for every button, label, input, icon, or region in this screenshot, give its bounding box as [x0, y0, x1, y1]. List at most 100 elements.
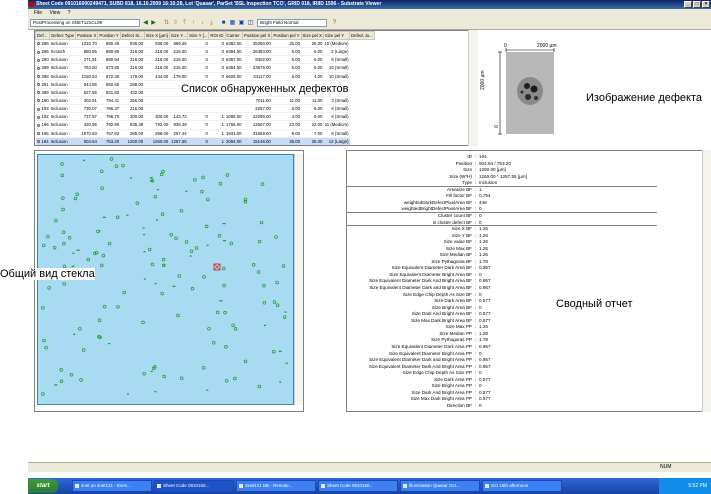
defect-marker[interactable]: [156, 189, 159, 191]
defect-marker[interactable]: [190, 286, 195, 291]
taskbar-item[interactable]: Oct 16th afternoon: [482, 480, 562, 492]
sort-icon[interactable]: ⇅: [163, 19, 170, 27]
column-header[interactable]: ROI ID: [208, 31, 226, 40]
defect-marker[interactable]: [109, 157, 114, 161]
defect-marker[interactable]: [224, 345, 228, 349]
column-header[interactable]: Position pel Y: [271, 31, 302, 40]
layout-icon[interactable]: ▣: [238, 19, 245, 27]
defect-marker[interactable]: [179, 376, 184, 381]
defect-marker[interactable]: [69, 373, 74, 377]
defect-marker[interactable]: [201, 175, 205, 180]
defect-marker[interactable]: [206, 197, 210, 202]
grid-icon[interactable]: ▦: [229, 19, 236, 27]
defect-marker[interactable]: [224, 379, 229, 383]
table-row[interactable]: 192 Inclusion 737.87 796.70 300.00 300.00 143.…: [35, 112, 375, 122]
defect-marker[interactable]: [154, 282, 157, 285]
back-icon[interactable]: ◀: [142, 19, 149, 27]
defect-marker[interactable]: [257, 384, 262, 389]
defect-marker[interactable]: [41, 392, 45, 396]
defect-marker[interactable]: [223, 240, 227, 242]
defect-marker[interactable]: [272, 349, 276, 354]
table-scrollbar[interactable]: [468, 30, 478, 146]
defect-marker[interactable]: [62, 281, 66, 286]
defect-marker[interactable]: [100, 186, 104, 191]
defect-marker[interactable]: [86, 257, 91, 262]
defect-marker[interactable]: [141, 320, 145, 325]
defect-marker[interactable]: [233, 376, 237, 381]
defect-marker[interactable]: [143, 278, 146, 280]
defect-marker[interactable]: [217, 234, 222, 238]
forward-icon[interactable]: ▶: [150, 19, 157, 27]
defect-marker[interactable]: [73, 196, 78, 201]
defect-marker[interactable]: [54, 218, 58, 223]
defect-marker[interactable]: [207, 326, 211, 331]
defect-marker[interactable]: [262, 284, 266, 288]
defect-marker[interactable]: [61, 207, 65, 212]
defect-marker[interactable]: [44, 345, 48, 350]
defect-marker[interactable]: [67, 235, 72, 240]
defect-marker[interactable]: [61, 196, 65, 200]
defect-marker[interactable]: [41, 243, 46, 248]
defect-marker[interactable]: [222, 283, 226, 288]
defect-marker[interactable]: [185, 190, 188, 192]
defect-marker[interactable]: [194, 246, 199, 250]
defect-marker[interactable]: [108, 342, 111, 345]
defect-marker[interactable]: [189, 255, 192, 257]
last-icon[interactable]: ⤓: [208, 19, 215, 27]
defect-marker[interactable]: [150, 370, 153, 372]
defect-marker[interactable]: [114, 164, 119, 168]
column-header[interactable]: Size X [µm]: [143, 31, 170, 40]
defect-marker[interactable]: [281, 264, 286, 268]
table-row[interactable]: 196 Inclusion 420.95 792.90 835.39 792.00 835.…: [35, 120, 375, 130]
defect-marker[interactable]: [161, 257, 166, 262]
menu-view[interactable]: View: [49, 10, 60, 16]
defect-marker[interactable]: [174, 236, 178, 241]
defect-marker[interactable]: [159, 172, 164, 177]
defect-marker[interactable]: [231, 323, 235, 328]
zoom-icon[interactable]: ■: [220, 19, 227, 27]
menu-file[interactable]: File: [34, 10, 42, 16]
menu-help[interactable]: ?: [68, 10, 71, 16]
defect-marker[interactable]: [172, 285, 176, 287]
report-scrollbar[interactable]: [702, 150, 711, 412]
defect-marker[interactable]: [150, 262, 155, 267]
defect-marker[interactable]: [149, 177, 153, 179]
defect-marker[interactable]: [75, 192, 79, 197]
defect-marker[interactable]: [81, 348, 86, 352]
defect-marker[interactable]: [204, 224, 209, 229]
defect-marker[interactable]: [223, 310, 227, 315]
defect-marker[interactable]: [260, 182, 265, 186]
defect-marker[interactable]: [97, 318, 102, 323]
defect-marker[interactable]: [60, 173, 65, 178]
defect-marker[interactable]: [162, 374, 166, 379]
defect-marker[interactable]: [60, 162, 64, 166]
defect-marker[interactable]: [177, 274, 182, 278]
map-scrollbar[interactable]: [294, 154, 303, 405]
defect-marker[interactable]: [142, 371, 146, 376]
defect-marker[interactable]: [219, 300, 223, 302]
defect-marker[interactable]: [257, 239, 262, 244]
table-row[interactable]: 266 Scratch 880.85 880.85 216.00 216.00 216.00…: [35, 47, 375, 57]
help-icon[interactable]: ?: [331, 19, 338, 27]
taskbar-item[interactable]: Snet121 BB - Remote...: [236, 480, 316, 492]
defect-marker[interactable]: [169, 232, 174, 237]
defect-marker[interactable]: [275, 303, 280, 307]
defect-marker[interactable]: [78, 326, 82, 331]
selected-defect-marker[interactable]: [213, 263, 221, 271]
column-header[interactable]: Size Y [...: [187, 31, 210, 40]
column-header[interactable]: Size pel X: [300, 31, 324, 40]
defect-marker[interactable]: [256, 270, 261, 274]
next-icon[interactable]: ↓: [199, 19, 206, 27]
table-row[interactable]: 289 Inclusion 764.50 873.85 216.00 216.00 216.…: [35, 63, 375, 73]
column-header[interactable]: Position Y: [97, 31, 121, 40]
defect-marker[interactable]: [243, 359, 248, 364]
defect-marker[interactable]: [115, 215, 120, 219]
defect-marker[interactable]: [42, 338, 46, 343]
defect-marker[interactable]: [285, 362, 288, 364]
defect-marker[interactable]: [143, 251, 146, 253]
defect-marker[interactable]: [107, 241, 112, 246]
table-row[interactable]: 290 Inclusion 271.81 880.94 216.00 216.00 216.…: [35, 55, 375, 65]
defect-marker[interactable]: [100, 263, 104, 268]
defect-marker[interactable]: [161, 169, 165, 174]
column-header[interactable]: Size Y...: [168, 31, 189, 40]
